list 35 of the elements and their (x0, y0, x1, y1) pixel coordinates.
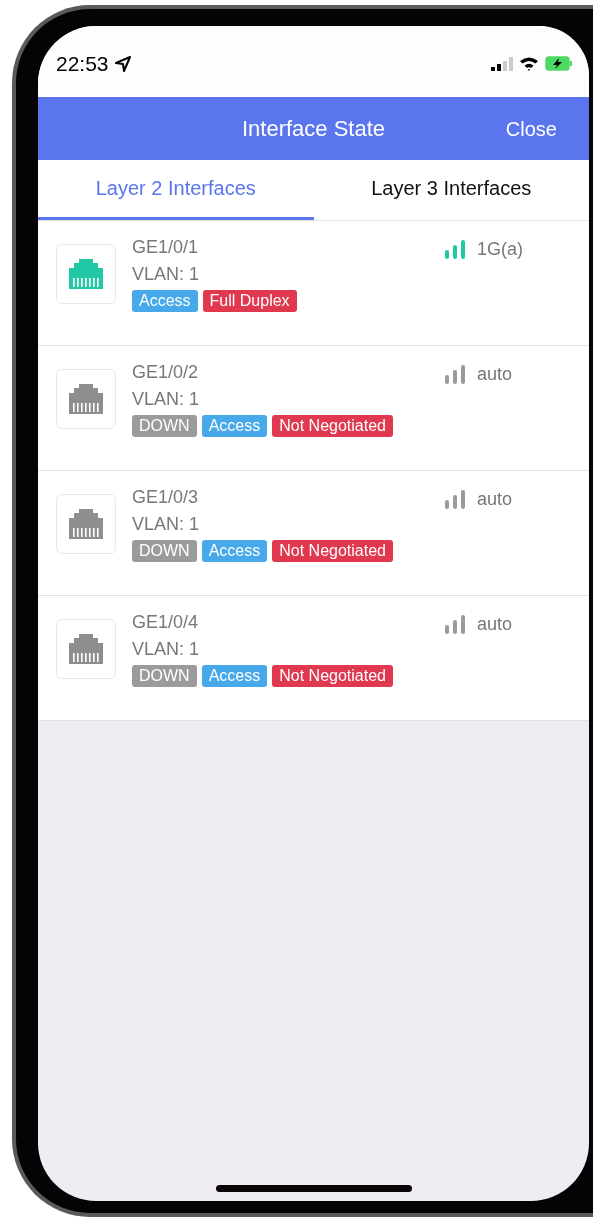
vlan-label: VLAN: 1 (132, 388, 201, 411)
interface-row[interactable]: GE1/0/1 VLAN: 1 Access Full Duplex 1G(a) (38, 221, 589, 346)
speed-label: 1G(a) (477, 239, 523, 260)
wifi-icon (519, 56, 539, 71)
tag: DOWN (132, 415, 197, 437)
cellular-signal-icon (491, 56, 513, 71)
interface-row[interactable]: GE1/0/4 VLAN: 1 DOWN Access Not Negotiated auto (38, 596, 589, 721)
interface-row[interactable]: GE1/0/2 VLAN: 1 DOWN Access Not Negotiated auto (38, 346, 589, 471)
tag: Access (132, 290, 198, 312)
tag: Not Negotiated (272, 415, 393, 437)
tag: Not Negotiated (272, 665, 393, 687)
screen-title: Interface State (241, 115, 386, 142)
tag: DOWN (132, 665, 197, 687)
interface-name: GE1/0/1 (132, 236, 200, 259)
location-arrow-icon (114, 55, 131, 72)
speed-label: auto (477, 489, 513, 510)
interface-row[interactable]: GE1/0/3 VLAN: 1 DOWN Access Not Negotiated auto (38, 471, 589, 596)
status-time: 22:53 (56, 51, 109, 76)
speed-label: auto (477, 614, 513, 635)
tag: Access (201, 540, 268, 562)
vlan-label: VLAN: 1 (132, 263, 201, 286)
tag: DOWN (132, 540, 197, 562)
tag: Full Duplex (202, 290, 297, 312)
interface-name: GE1/0/3 (132, 486, 200, 509)
close-button[interactable]: Close (501, 113, 561, 144)
interface-name: GE1/0/2 (132, 361, 200, 384)
interface-name: GE1/0/4 (132, 611, 200, 634)
vlan-label: VLAN: 1 (132, 638, 201, 661)
tag: Not Negotiated (272, 540, 393, 562)
tab[interactable]: Layer 3 Interfaces (313, 160, 589, 220)
battery-charging-icon (545, 56, 573, 71)
tag: Access (201, 415, 268, 437)
vlan-label: VLAN: 1 (132, 513, 201, 536)
speed-label: auto (477, 364, 513, 385)
tag: Access (201, 665, 268, 687)
